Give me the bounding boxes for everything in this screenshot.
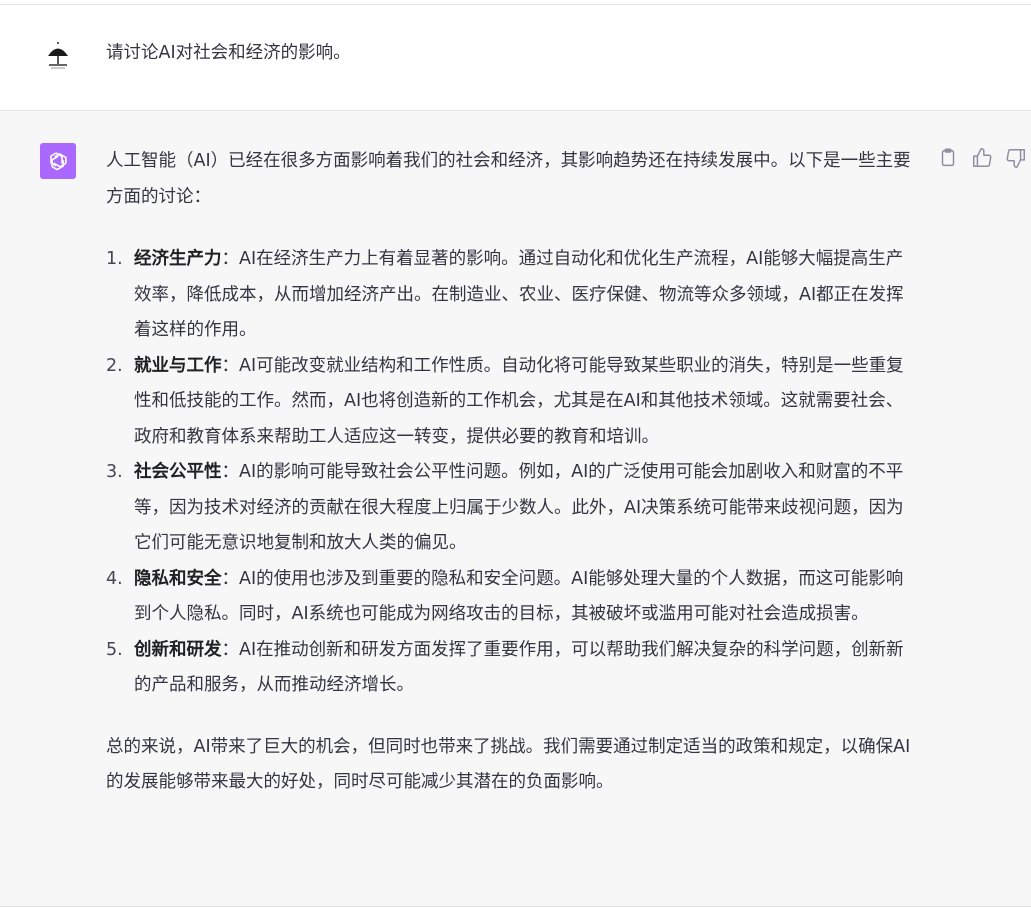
list-item: 4. 隐私和安全：AI的使用也涉及到重要的隐私和安全问题。AI能够处理大量的个人数…: [106, 562, 916, 633]
assistant-points-list: 1. 经济生产力：AI在经济生产力上有着显著的影响。通过自动化和优化生产流程，AI…: [106, 242, 916, 704]
user-message-text: 请讨论AI对社会和经济的影响。: [106, 43, 351, 63]
list-item-separator: ：: [221, 249, 240, 269]
thumbs-up-icon[interactable]: [971, 147, 995, 171]
user-message-row: 请讨论AI对社会和经济的影响。: [0, 5, 1031, 111]
list-item-title: 创新和研发: [134, 639, 222, 660]
list-item-title: 隐私和安全: [134, 568, 222, 589]
list-item: 5. 创新和研发：AI在推动创新和研发方面发挥了重要作用，可以帮助我们解决复杂的科…: [106, 633, 916, 704]
copy-icon[interactable]: [937, 147, 961, 171]
list-item: 3. 社会公平性：AI的影响可能导致社会公平性问题。例如，AI的广泛使用可能会加剧…: [106, 455, 916, 562]
list-item-separator: ：: [221, 568, 240, 589]
list-item-number: 3.: [106, 462, 123, 482]
list-item-number: 2.: [106, 355, 123, 376]
list-item-separator: ：: [221, 462, 240, 482]
list-item-number: 1.: [106, 249, 123, 269]
list-item: 1. 经济生产力：AI在经济生产力上有着显著的影响。通过自动化和优化生产流程，AI…: [106, 242, 916, 349]
list-item-title: 社会公平性: [134, 462, 222, 482]
list-item-title: 经济生产力: [134, 249, 222, 269]
list-item-number: 4.: [106, 568, 123, 589]
list-item-number: 5.: [106, 639, 123, 660]
list-item: 2. 就业与工作：AI可能改变就业结构和工作性质。自动化将可能导致某些职业的消失，…: [106, 349, 916, 456]
list-item-text: AI在经济生产力上有着显著的影响。通过自动化和优化生产流程，AI能够大幅提高生产…: [134, 249, 904, 340]
list-item-separator: ：: [221, 639, 240, 660]
list-item-text: AI在推动创新和研发方面发挥了重要作用，可以帮助我们解决复杂的科学问题，创新新的…: [134, 639, 904, 696]
list-item-text: AI可能改变就业结构和工作性质。自动化将可能导致某些职业的消失，特别是一些重复性…: [134, 355, 904, 447]
thumbs-down-icon[interactable]: [1005, 147, 1029, 171]
umbrella-avatar-icon: [40, 35, 76, 75]
assistant-conclusion: 总的来说，AI带来了巨大的机会，但同时也带来了挑战。我们需要通过制定适当的政策和…: [106, 736, 911, 793]
message-actions: [937, 147, 1029, 171]
list-item-separator: ：: [221, 355, 240, 376]
list-item-title: 就业与工作: [134, 355, 222, 376]
list-item-text: AI的影响可能导致社会公平性问题。例如，AI的广泛使用可能会加剧收入和财富的不平…: [134, 462, 904, 553]
assistant-message-content: 人工智能（AI）已经在很多方面影响着我们的社会和经济，其影响趋势还在持续发展中。…: [106, 144, 916, 801]
openai-logo-icon: [40, 143, 76, 179]
assistant-message-row: 人工智能（AI）已经在很多方面影响着我们的社会和经济，其影响趋势还在持续发展中。…: [0, 111, 1031, 907]
list-item-text: AI的使用也涉及到重要的隐私和安全问题。AI能够处理大量的个人数据，而这可能影响…: [134, 568, 904, 625]
assistant-intro: 人工智能（AI）已经在很多方面影响着我们的社会和经济，其影响趋势还在持续发展中。…: [106, 151, 911, 207]
